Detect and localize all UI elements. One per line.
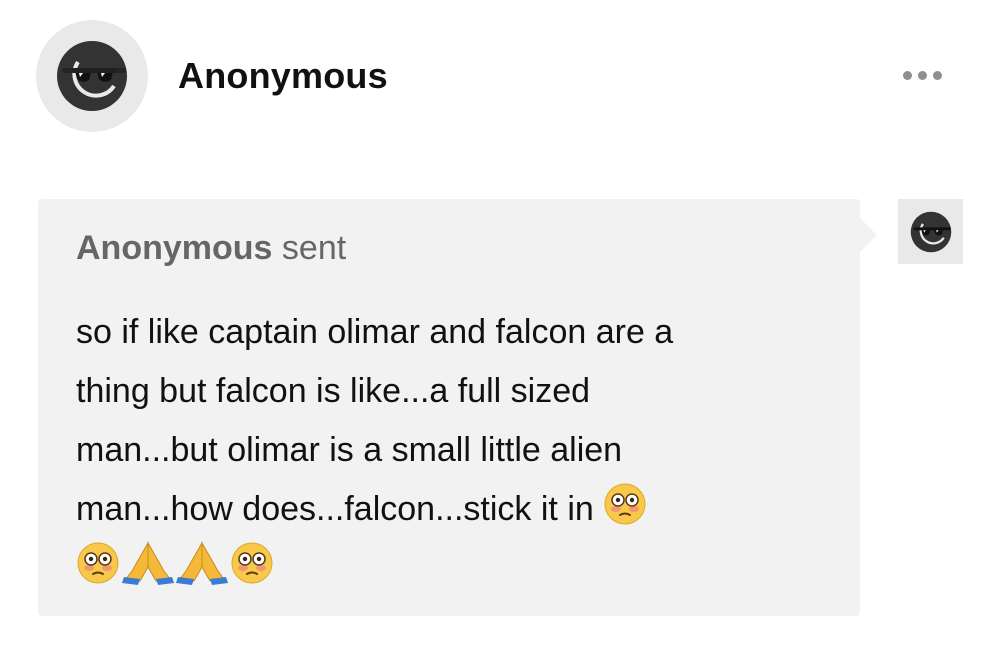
flushed-face-icon bbox=[231, 542, 273, 584]
folded-hands-icon bbox=[176, 541, 228, 585]
question-line: man...how does...falcon...stick it in bbox=[76, 490, 594, 528]
folded-hands-icon bbox=[122, 541, 174, 585]
author-avatar[interactable] bbox=[36, 20, 148, 132]
more-options-icon bbox=[932, 70, 942, 80]
flushed-face-icon bbox=[77, 542, 119, 584]
ask-sender-line: Anonymous sent bbox=[76, 229, 346, 268]
post-author-name[interactable]: Anonymous bbox=[178, 55, 388, 97]
flushed-face-icon bbox=[604, 483, 646, 525]
question-line: man...but olimar is a small little alien bbox=[76, 431, 623, 469]
more-options-icon bbox=[902, 70, 912, 80]
question-line: so if like captain olimar and falcon are… bbox=[76, 313, 674, 351]
ask-sender-suffix: sent bbox=[281, 229, 347, 267]
asker-avatar[interactable] bbox=[898, 199, 963, 264]
sunglasses-face-icon bbox=[57, 41, 127, 111]
more-options-button[interactable] bbox=[892, 58, 952, 92]
emoji-line bbox=[76, 539, 816, 598]
sunglasses-face-icon bbox=[910, 211, 951, 252]
question-line: thing but falcon is like...a full sized bbox=[76, 372, 591, 410]
ask-question-text: so if like captain olimar and falcon are… bbox=[76, 303, 816, 598]
post-header: Anonymous bbox=[0, 0, 1000, 150]
ask-bubble-tail bbox=[860, 218, 877, 252]
question-line-with-emoji: man...how does...falcon...stick it in bbox=[76, 480, 816, 539]
ask-sender-name: Anonymous bbox=[76, 229, 273, 267]
more-options-icon bbox=[917, 70, 927, 80]
